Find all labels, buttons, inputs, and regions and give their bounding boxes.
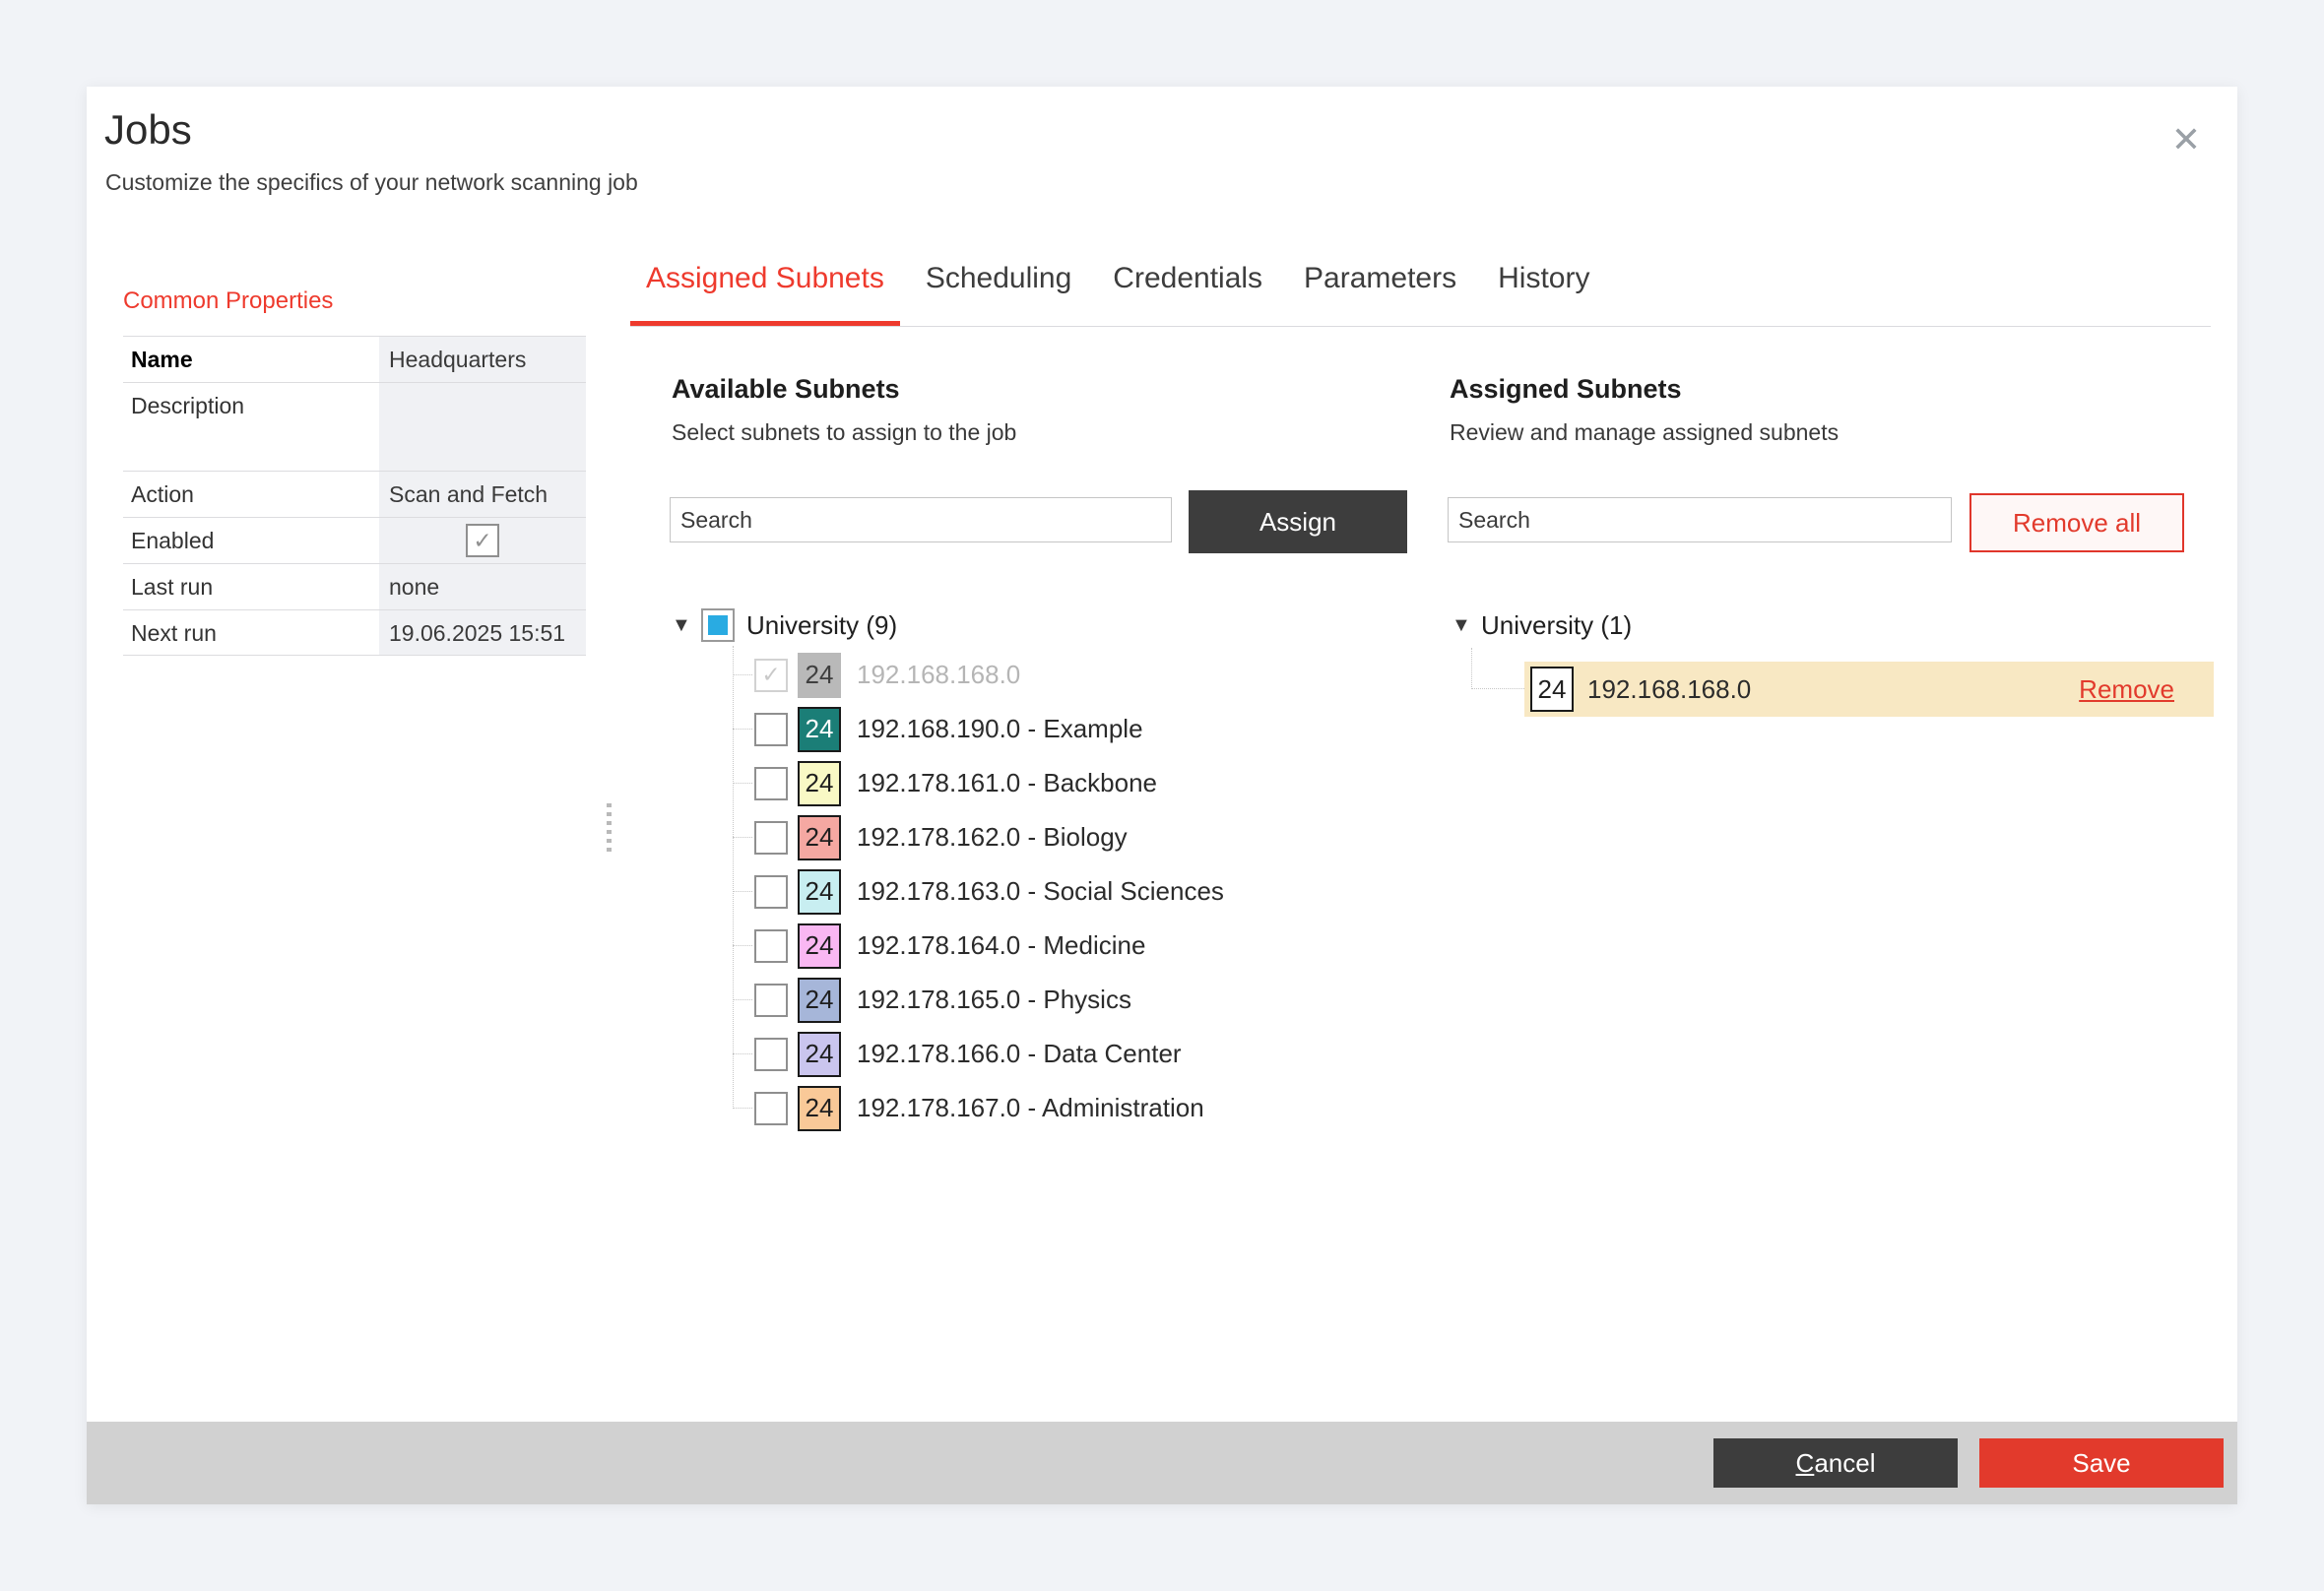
subnet-mask-chip: 24 (798, 1086, 841, 1131)
available-subnet-row[interactable]: 24 192.178.165.0 - Physics (672, 973, 1420, 1027)
subnet-label: 192.178.161.0 - Backbone (857, 768, 1157, 798)
panel-splitter-handle[interactable] (607, 803, 612, 853)
available-subnet-row[interactable]: 24 192.178.167.0 - Administration (672, 1081, 1420, 1135)
assigned-subnets-heading: Assigned Subnets (1450, 374, 1682, 405)
property-label: Last run (123, 564, 379, 609)
subnet-mask-chip: 24 (798, 761, 841, 806)
dialog-title: Jobs (104, 106, 192, 154)
property-row: Enabled ✓ (123, 517, 586, 563)
available-subnet-row[interactable]: 24 192.178.162.0 - Biology (672, 810, 1420, 864)
property-label: Description (123, 383, 379, 471)
subnet-label: 192.178.166.0 - Data Center (857, 1039, 1182, 1069)
available-subnets-heading: Available Subnets (672, 374, 900, 405)
enabled-checkbox[interactable]: ✓ (466, 524, 499, 557)
property-row: Next run 19.06.2025 15:51 (123, 609, 586, 656)
subnet-checkbox[interactable] (754, 821, 788, 855)
tab[interactable]: History (1482, 256, 1605, 326)
subnet-label: 192.178.165.0 - Physics (857, 985, 1131, 1015)
subnet-checkbox[interactable] (754, 875, 788, 909)
property-value (379, 383, 586, 471)
available-search-input[interactable] (670, 497, 1172, 542)
property-row: Description (123, 382, 586, 471)
property-label: Next run (123, 610, 379, 655)
subnet-label: 192.168.168.0 (1587, 674, 1751, 705)
subnet-mask-chip: 24 (1530, 667, 1574, 712)
assign-button[interactable]: Assign (1189, 490, 1407, 553)
available-subnets-subheading: Select subnets to assign to the job (672, 419, 1016, 446)
property-label: Action (123, 472, 379, 517)
property-label: Name (123, 337, 379, 382)
property-value: 19.06.2025 15:51 (379, 610, 586, 655)
subnet-checkbox[interactable] (754, 929, 788, 963)
subnet-label: 192.168.168.0 (857, 660, 1020, 690)
tab[interactable]: Credentials (1097, 256, 1278, 326)
collapse-triangle-icon[interactable]: ▼ (1452, 614, 1481, 637)
available-subnet-row[interactable]: 24 192.178.166.0 - Data Center (672, 1027, 1420, 1081)
subnet-mask-chip: 24 (798, 923, 841, 969)
assigned-subnet-row[interactable]: 24 192.168.168.0 Remove (1524, 662, 2214, 717)
subnet-mask-chip: 24 (798, 978, 841, 1023)
assigned-group-row: ▼ University (1) (1452, 603, 2229, 648)
group-checkbox[interactable] (701, 608, 735, 642)
subnet-mask-chip: 24 (798, 815, 841, 860)
available-subnet-row[interactable]: ✓ 24 192.168.168.0 (672, 648, 1420, 702)
subnet-checkbox[interactable] (754, 1092, 788, 1125)
subnet-label: 192.178.167.0 - Administration (857, 1093, 1204, 1123)
subnet-label: 192.178.164.0 - Medicine (857, 930, 1145, 961)
save-button[interactable]: Save (1979, 1438, 2224, 1488)
property-row: Name Headquarters (123, 336, 586, 382)
remove-all-button[interactable]: Remove all (1969, 493, 2184, 552)
close-icon[interactable]: ✕ (2159, 112, 2214, 167)
remove-link[interactable]: Remove (2079, 674, 2174, 705)
tab[interactable]: Parameters (1288, 256, 1472, 326)
assigned-subnet-list: 24 192.168.168.0 Remove (1452, 662, 2229, 717)
tabs: Assigned Subnets Scheduling Credentials … (630, 256, 2211, 327)
available-subnet-row[interactable]: 24 192.168.190.0 - Example (672, 702, 1420, 756)
assigned-search-input[interactable] (1448, 497, 1952, 542)
property-value: ✓ (379, 518, 586, 563)
available-subnet-row[interactable]: 24 192.178.161.0 - Backbone (672, 756, 1420, 810)
subnet-label: 192.168.190.0 - Example (857, 714, 1143, 744)
subnet-checkbox[interactable] (754, 1038, 788, 1071)
subnet-mask-chip: 24 (798, 707, 841, 752)
indeterminate-mark (708, 615, 728, 635)
group-label: University (9) (746, 610, 897, 641)
available-subnet-row[interactable]: 24 192.178.163.0 - Social Sciences (672, 864, 1420, 919)
common-properties-heading: Common Properties (123, 287, 333, 315)
subnet-checkbox[interactable] (754, 767, 788, 800)
footer-bar: Cancel Save (87, 1422, 2237, 1504)
tab[interactable]: Assigned Subnets (630, 256, 900, 326)
property-value: none (379, 564, 586, 609)
available-group-row: ▼ University (9) (672, 603, 1420, 648)
property-value: Headquarters (379, 337, 586, 382)
tree-connector-line (733, 646, 734, 1109)
subnet-label: 192.178.163.0 - Social Sciences (857, 876, 1224, 907)
cancel-button[interactable]: Cancel (1713, 1438, 1958, 1488)
available-subnet-row[interactable]: 24 192.178.164.0 - Medicine (672, 919, 1420, 973)
subnet-mask-chip: 24 (798, 1032, 841, 1077)
subnet-checkbox[interactable] (754, 713, 788, 746)
group-label: University (1) (1481, 610, 1632, 641)
property-label: Enabled (123, 518, 379, 563)
dialog-subtitle: Customize the specifics of your network … (105, 169, 638, 196)
jobs-dialog: Jobs Customize the specifics of your net… (87, 87, 2237, 1504)
available-subnet-list: ✓ 24 192.168.168.0 24 192.168.190.0 - Ex… (672, 648, 1420, 1135)
assigned-subnets-subheading: Review and manage assigned subnets (1450, 419, 1839, 446)
tab[interactable]: Scheduling (910, 256, 1087, 326)
assigned-subnet-tree: ▼ University (1) 24 192.168.168.0 Remove (1452, 603, 2229, 717)
collapse-triangle-icon[interactable]: ▼ (672, 614, 701, 637)
property-value: Scan and Fetch (379, 472, 586, 517)
common-properties-table: Name Headquarters Description Action Sca… (123, 336, 586, 656)
subnet-checkbox[interactable]: ✓ (754, 659, 788, 692)
available-subnet-tree: ▼ University (9) ✓ 24 192.168.168.0 24 1… (672, 603, 1420, 1135)
subnet-mask-chip: 24 (798, 869, 841, 915)
subnet-checkbox[interactable] (754, 984, 788, 1017)
property-row: Action Scan and Fetch (123, 471, 586, 517)
property-row: Last run none (123, 563, 586, 609)
tree-connector-line (1471, 648, 1524, 689)
subnet-label: 192.178.162.0 - Biology (857, 822, 1128, 853)
subnet-mask-chip: 24 (798, 653, 841, 698)
